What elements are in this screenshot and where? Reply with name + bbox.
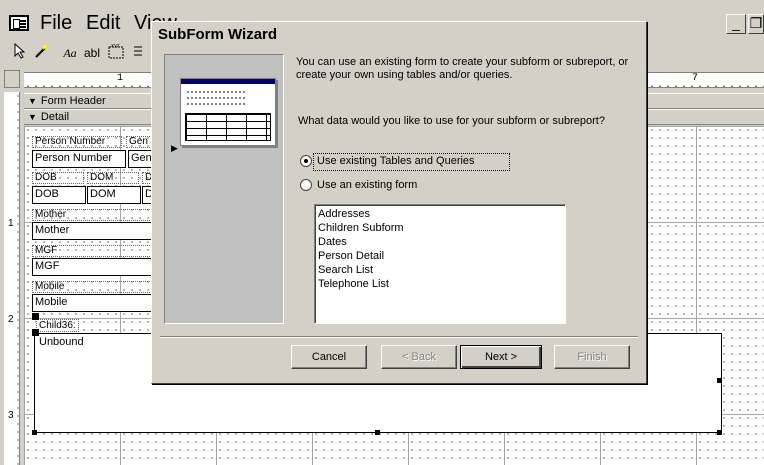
form-design-icon[interactable]: [9, 15, 29, 31]
gen-textbox[interactable]: Gen: [128, 150, 152, 168]
form-header-label: Form Header: [40, 95, 106, 107]
gen-label[interactable]: Gen: [126, 136, 152, 148]
mgf-label[interactable]: MGF: [32, 245, 152, 257]
detail-label: Detail: [40, 111, 70, 123]
back-button[interactable]: < Back: [381, 345, 457, 369]
restore-button[interactable]: ❐: [748, 14, 764, 34]
svg-text:xyz: xyz: [111, 43, 120, 49]
mobile-textbox[interactable]: Mobile: [32, 294, 152, 312]
wizard-illustration-panel: ▶: [164, 54, 284, 324]
section-arrow-icon: ▼: [28, 96, 37, 106]
resize-handle[interactable]: [375, 430, 380, 435]
subform-label[interactable]: Child36:: [36, 319, 79, 332]
pointer-arrow-icon: ▶: [171, 143, 178, 153]
resize-handle[interactable]: [717, 430, 722, 435]
move-handle[interactable]: [32, 313, 39, 320]
vertical-ruler: 1 2 3: [4, 92, 20, 465]
tables-queries-label[interactable]: Use existing Tables and Queries: [317, 155, 475, 167]
mother-textbox[interactable]: Mother: [32, 222, 152, 240]
vruler-mark: 1: [8, 218, 14, 229]
subform-unbound-text: Unbound: [39, 336, 84, 348]
intro-text: You can use an existing form to create y…: [296, 56, 629, 81]
ruler-mark: 1: [117, 73, 124, 84]
mother-label[interactable]: Mother: [32, 209, 152, 221]
dom-textbox[interactable]: DOM: [87, 186, 141, 204]
section-arrow-icon: ▼: [28, 112, 37, 122]
resize-handle[interactable]: [717, 378, 722, 383]
existing-form-radio[interactable]: [300, 179, 312, 191]
ruler-corner[interactable]: [4, 70, 20, 88]
option-group-icon[interactable]: xyz: [106, 43, 126, 63]
dom-label[interactable]: DOM: [87, 172, 139, 184]
form-preview-icon: [180, 78, 276, 146]
ruler-mark: 7: [692, 73, 699, 84]
move-handle[interactable]: [32, 329, 39, 336]
dob-label[interactable]: DOB: [32, 172, 84, 184]
question-text: What data would you like to use for your…: [298, 115, 605, 127]
dialog-title[interactable]: SubForm Wizard: [152, 22, 646, 47]
list-item[interactable]: Telephone List: [318, 277, 562, 291]
forms-listbox[interactable]: Addresses Children Subform Dates Person …: [314, 204, 566, 324]
vruler-mark: 3: [8, 410, 14, 421]
list-item[interactable]: Dates: [318, 235, 562, 249]
menu-file[interactable]: File: [40, 12, 72, 35]
person-number-label[interactable]: Person Number: [32, 136, 122, 148]
mgf-textbox[interactable]: MGF: [32, 258, 152, 276]
label-tool-icon[interactable]: Aa: [60, 43, 80, 63]
resize-handle[interactable]: [32, 430, 37, 435]
toolbox: Aa abl xyz: [0, 40, 152, 66]
person-number-textbox[interactable]: Person Number: [32, 150, 126, 168]
next-button[interactable]: Next >: [460, 345, 542, 369]
existing-form-label[interactable]: Use an existing form: [317, 179, 417, 191]
textbox-tool-icon[interactable]: abl: [82, 43, 102, 63]
minimize-button[interactable]: _: [726, 14, 746, 34]
toggle-button-icon[interactable]: [128, 43, 148, 63]
dialog-separator: [160, 336, 638, 338]
list-item[interactable]: Search List: [318, 263, 562, 277]
tables-queries-radio[interactable]: [300, 155, 312, 167]
mobile-label[interactable]: Mobile: [32, 281, 152, 293]
select-objects-icon[interactable]: [10, 42, 30, 63]
finish-button[interactable]: Finish: [554, 345, 630, 369]
cancel-button[interactable]: Cancel: [291, 345, 367, 369]
menu-edit[interactable]: Edit: [86, 12, 120, 35]
control-wizards-icon[interactable]: [32, 43, 52, 63]
subform-wizard-dialog: SubForm Wizard ▶ You can use an existing…: [151, 21, 647, 384]
list-item[interactable]: Addresses: [318, 207, 562, 221]
list-item[interactable]: Children Subform: [318, 221, 562, 235]
list-item[interactable]: Person Detail: [318, 249, 562, 263]
vruler-mark: 2: [8, 314, 14, 325]
dob-textbox[interactable]: DOB: [32, 186, 86, 204]
